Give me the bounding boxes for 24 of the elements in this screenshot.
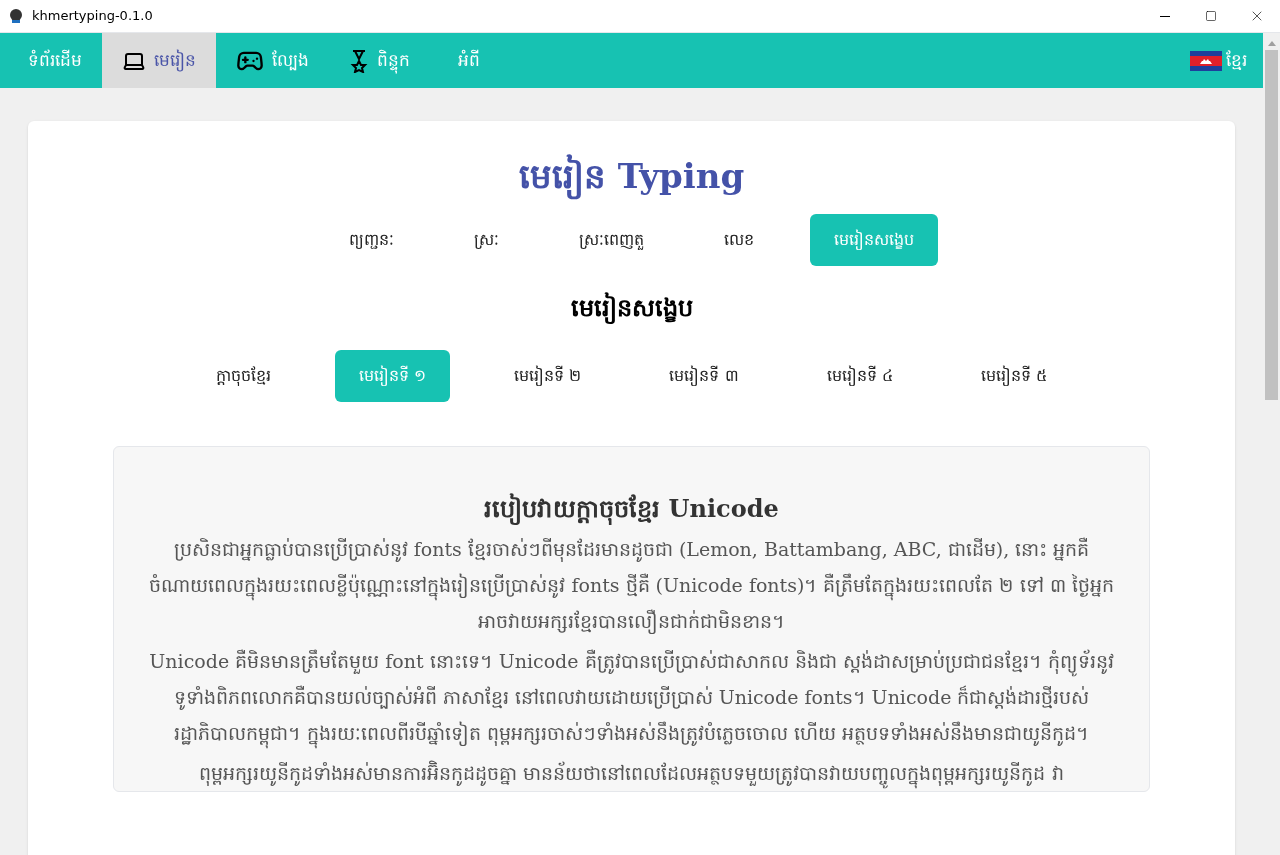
scrollbar[interactable] [1263, 33, 1280, 855]
nav-tab[interactable]: មេរៀន [102, 33, 216, 88]
app-icon [8, 8, 24, 24]
lesson-tab[interactable]: មេរៀនទី ៤ [802, 350, 917, 402]
scroll-up-icon[interactable] [1267, 41, 1276, 46]
article-paragraph: ប្រសិនជាអ្នកធ្លាប់បានប្រើប្រាស់នូវ fonts ខ្មែរចាស់ៗពីមុនដែរមានដូចជា (Lemon, Battambang, ABC, ជាដើម), នោះ អ្នកគឺចំណាយពេលក្នុងរយះពេលខ្លីប៉ុណ្ណោះនៅក្នុងរៀនប្រើប្រាស់នូវ fonts ថ្មីគឺ (Unicode fonts)។ គឺត្រឹមតែក្នុងរយះពេលតែ ២ ទៅ ៣ ថ្ងៃអ្នកអាចវាយអក្សរខ្មែរបានលឿនជាក់ជាមិនខាន។ [148, 536, 1115, 636]
category-tab[interactable]: ស្រៈ [450, 214, 523, 266]
article-paragraph: ពុម្ពអក្សរយូនីកូដទាំងអស់មានការអ៊ិនកូដដូចគ្នា មានន័យថានៅពេលដែលអត្ថបទមួយត្រូវបានវាយបញ្ចូលក្នុងពុម្ពអក្សរយូនីកូដ វា [199, 755, 1064, 791]
window-title: khmertyping-0.1.0 [32, 7, 153, 26]
lesson-tab[interactable]: មេរៀនទី ២ [490, 350, 606, 402]
lesson-tab[interactable]: ក្តាចុចខ្មែរ [192, 350, 296, 402]
minimize-icon [1160, 15, 1170, 17]
lesson-tab[interactable]: មេរៀនទី ៥ [956, 350, 1071, 402]
article-paragraph: Unicode គឺមិនមានត្រឹមតែមួយ font នោះទេ។ Unicode គឺត្រូវបានប្រើប្រាស់ជាសាកល និងជា ស្តង់ដាសម្រាប់ប្រជាជនខ្មែរ។ កុំព្យូទ័រនូវទូទាំងពិភពលោកគឺបានយល់ច្បាស់អំពី ភាសាខ្មែរ នៅពេលវាយដោយប្រើប្រាស់ Unicode fonts។ Unicode ក៏ជាស្តង់ដារថ្មីរបស់រដ្ឋាភិបាលកម្ពុជា។ ក្នុងរយៈពេលពីរបីឆ្នាំទៀត ពុម្ពអក្សរចាស់ៗទាំងអស់នឹងត្រូវបំភ្លេចចោល ហើយ អត្ថបទទាំងអស់នឹងមានជាយូនីកូដ។ [146, 643, 1117, 751]
category-tab[interactable]: ស្រៈពេញតួ [555, 214, 668, 266]
cambodia-flag-icon [1190, 50, 1222, 71]
page-title: មេរៀន Typing [518, 151, 745, 202]
maximize-icon [1205, 10, 1217, 22]
lesson-tab[interactable]: មេរៀនទី ៣ [645, 350, 763, 402]
article-title: របៀបវាយក្តាចុចខ្មែរ Unicode [484, 492, 779, 527]
medal-icon [349, 48, 369, 73]
section-title: មេរៀនសង្ខេប [570, 291, 693, 326]
category-tab[interactable]: លេខ [700, 214, 778, 266]
category-tab[interactable]: ព្យញ្ជនៈ [325, 214, 418, 266]
